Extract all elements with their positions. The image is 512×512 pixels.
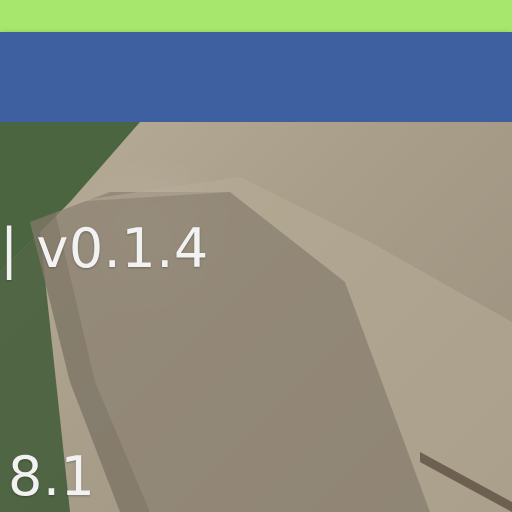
screen: | v0.1.4 8.1 (0, 0, 512, 512)
version-label: | v0.1.4 (0, 217, 209, 280)
status-strip (0, 0, 512, 32)
number-label: 8.1 (8, 445, 96, 508)
app-bar (0, 32, 512, 122)
